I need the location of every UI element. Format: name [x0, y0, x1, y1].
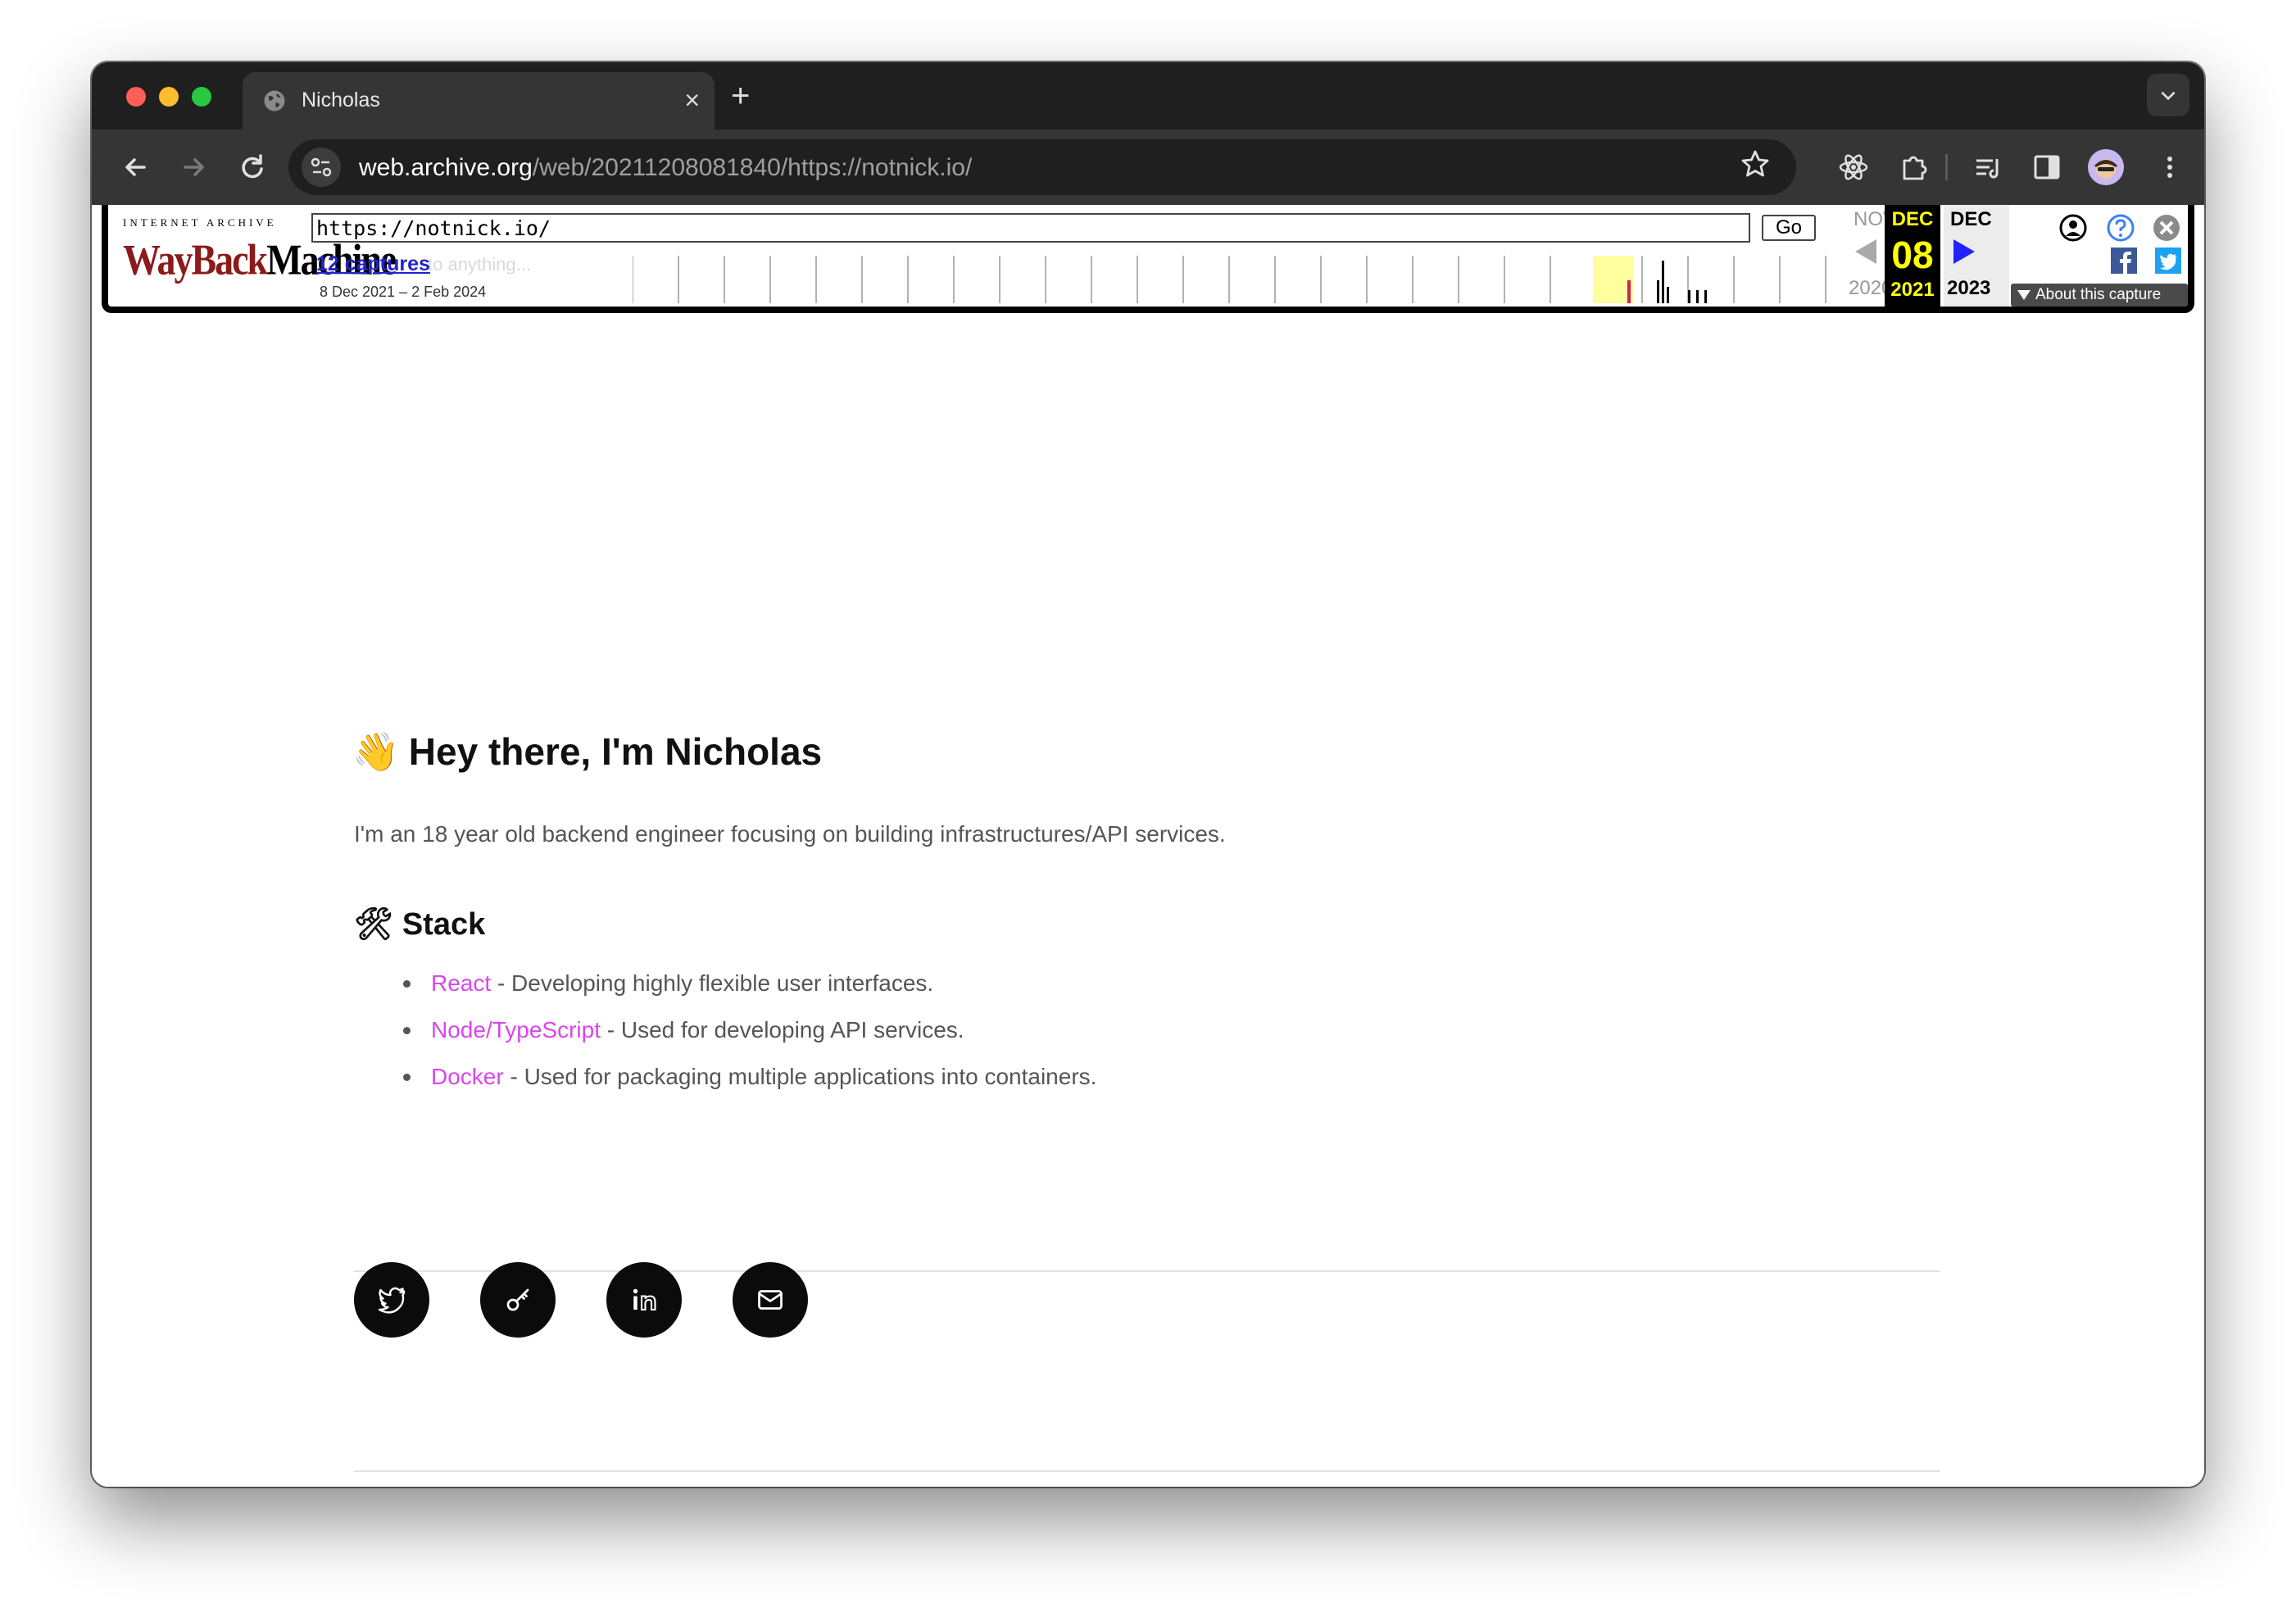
toolbar: web.archive.org/web/20211208081840/https…	[92, 129, 2204, 205]
toolbar-divider	[1945, 154, 1948, 180]
linkedin-button[interactable]	[606, 1262, 682, 1338]
stack-item-react: React - Developing highly flexible user …	[403, 969, 1096, 1015]
stack-divider	[354, 1270, 1940, 1272]
prev-capture-arrow-icon[interactable]	[1854, 238, 1878, 266]
kebab-menu-icon[interactable]	[2150, 148, 2189, 187]
tools-icon: 🛠	[354, 907, 394, 942]
close-window-button[interactable]	[126, 87, 146, 107]
capture-sparkline[interactable]	[633, 256, 1878, 307]
wayback-ghost-text: to anything...	[428, 254, 531, 275]
page-content: 👋 Hey there, I'm Nicholas I'm an 18 year…	[92, 313, 2204, 1487]
new-tab-button[interactable]: +	[731, 75, 750, 116]
stack-list: React - Developing highly flexible user …	[403, 969, 1096, 1109]
sparkline-year-ticks	[633, 256, 1826, 303]
tab-nicholas[interactable]: Nicholas ×	[243, 72, 715, 129]
twitter-button[interactable]	[354, 1262, 429, 1338]
user-account-icon[interactable]	[2058, 213, 2088, 243]
docker-link[interactable]: Docker	[431, 1064, 504, 1089]
browser-window: Nicholas × + web.archive.org/web/2021120…	[92, 62, 2204, 1487]
site-settings-button[interactable]	[302, 148, 341, 187]
twitter-share-icon[interactable]	[2155, 248, 2181, 274]
media-control-icon[interactable]	[1968, 148, 2008, 187]
profile-avatar[interactable]	[2088, 149, 2124, 185]
keybase-button[interactable]	[480, 1262, 556, 1338]
hero-title: Hey there, I'm Nicholas	[408, 730, 823, 773]
stack-heading: 🛠 Stack	[354, 906, 485, 943]
current-capture-date: DEC 08 2021	[1885, 205, 1940, 307]
wayback-toolbar: INTERNET ARCHIVE WayBackMachine https://…	[102, 205, 2194, 313]
internet-archive-label: INTERNET ARCHIVE	[123, 216, 277, 229]
wayback-url-input[interactable]: https://notnick.io/	[311, 213, 1750, 243]
email-button[interactable]	[733, 1262, 808, 1338]
react-devtools-icon[interactable]	[1834, 148, 1873, 187]
reload-icon[interactable]	[231, 146, 274, 189]
extensions-icon[interactable]	[1894, 148, 1934, 187]
docker-description: - Used for packaging multiple applicatio…	[503, 1064, 1097, 1089]
key-icon	[506, 1288, 529, 1311]
wayback-logo-wayback: WayBack	[123, 235, 268, 284]
waving-hand-icon: 👋	[352, 730, 400, 773]
react-description: - Developing highly flexible user interf…	[491, 970, 934, 996]
help-icon[interactable]	[2106, 213, 2135, 243]
capture-date-range: 8 Dec 2021 – 2 Feb 2024	[320, 284, 487, 300]
about-capture-button[interactable]: About this capture	[2011, 284, 2188, 307]
tab-close-icon[interactable]: ×	[684, 84, 700, 116]
socials-divider	[354, 1470, 1940, 1472]
side-panel-icon[interactable]	[2027, 148, 2067, 187]
sparkline-bars	[1627, 261, 1707, 303]
current-month: DEC	[1891, 208, 1934, 230]
tab-title: Nicholas	[302, 89, 380, 111]
wayback-go-button[interactable]: Go	[1762, 215, 1816, 241]
forward-icon[interactable]	[172, 146, 215, 189]
intro-text: I'm an 18 year old backend engineer focu…	[354, 821, 1226, 847]
current-year: 2021	[1890, 279, 1935, 301]
react-link[interactable]: React	[431, 970, 491, 996]
globe-icon	[264, 90, 285, 111]
url-host: web.archive.org	[359, 154, 533, 181]
stack-item-docker: Docker - Used for packaging multiple app…	[403, 1062, 1096, 1109]
chevron-down-icon	[2161, 91, 2176, 101]
linkedin-icon	[633, 1288, 656, 1311]
hero-heading: 👋 Hey there, I'm Nicholas	[352, 729, 822, 774]
facebook-icon[interactable]	[2111, 248, 2137, 274]
captures-link[interactable]: 12 captures	[316, 252, 430, 276]
avatar-icon	[2094, 159, 2117, 179]
tune-icon	[311, 157, 332, 177]
bookmark-star-icon[interactable]	[1739, 148, 1772, 180]
mail-icon	[758, 1290, 783, 1310]
tab-strip: Nicholas × +	[92, 62, 2204, 129]
url-text[interactable]: web.archive.org/web/20211208081840/https…	[359, 154, 972, 182]
url-path: /web/20211208081840/https://notnick.io/	[532, 154, 973, 181]
node-typescript-link[interactable]: Node/TypeScript	[431, 1017, 601, 1042]
back-icon[interactable]	[115, 146, 157, 189]
maximize-window-button[interactable]	[192, 87, 211, 107]
tab-search-button[interactable]	[2147, 74, 2189, 116]
stack-title: Stack	[402, 907, 486, 942]
minimize-window-button[interactable]	[159, 87, 179, 107]
next-year[interactable]: 2023	[1947, 277, 1990, 300]
caret-down-icon	[2017, 290, 2031, 300]
next-capture-arrow-icon[interactable]	[1952, 238, 1976, 266]
close-wayback-icon[interactable]	[2152, 213, 2181, 243]
twitter-icon	[378, 1287, 406, 1314]
current-day: 08	[1891, 234, 1934, 276]
next-month[interactable]: DEC	[1950, 208, 1992, 231]
address-bar[interactable]: web.archive.org/web/20211208081840/https…	[288, 139, 1796, 195]
stack-item-node: Node/TypeScript - Used for developing AP…	[403, 1015, 1096, 1062]
node-description: - Used for developing API services.	[601, 1017, 964, 1042]
about-capture-label: About this capture	[2035, 286, 2162, 303]
